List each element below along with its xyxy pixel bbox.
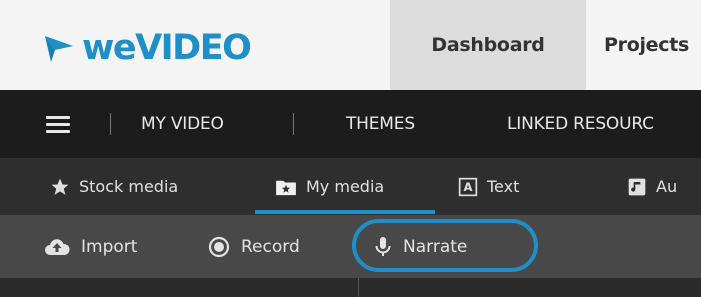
text-box-icon: A — [458, 177, 478, 196]
tab-stock-media-label: Stock media — [79, 177, 179, 196]
tab-text-label: Text — [487, 177, 520, 196]
tab-audio-label: Au — [656, 177, 678, 196]
record-label: Record — [241, 236, 300, 257]
menu-linked-resources[interactable]: LINKED RESOURC — [507, 90, 654, 158]
svg-text:A: A — [463, 180, 472, 194]
logo-play-icon — [45, 36, 73, 62]
main-menu-bar: MY VIDEO THEMES LINKED RESOURC — [0, 90, 701, 158]
record-button[interactable]: Record — [208, 215, 300, 278]
media-panel-area — [0, 278, 701, 297]
import-button[interactable]: Import — [44, 215, 137, 278]
tab-dashboard[interactable]: Dashboard — [390, 0, 586, 90]
music-icon — [628, 178, 646, 195]
tab-stock-media[interactable]: Stock media — [50, 158, 178, 215]
media-actions-bar: Import Record Narrate — [0, 215, 701, 278]
active-tab-indicator — [255, 210, 435, 214]
media-tabs-bar: Stock media My media A Text Au — [0, 158, 701, 215]
wevideo-logo[interactable]: weVIDEO — [43, 18, 252, 78]
menu-divider — [293, 113, 294, 135]
tab-my-media-label: My media — [306, 177, 385, 196]
tab-projects[interactable]: Projects — [586, 0, 701, 90]
top-header: weVIDEO Dashboard Projects — [0, 0, 701, 90]
menu-my-video[interactable]: MY VIDEO — [141, 90, 224, 158]
tab-my-media[interactable]: My media — [275, 158, 384, 215]
tab-audio[interactable]: Au — [627, 158, 677, 215]
star-icon — [51, 178, 69, 195]
menu-divider — [110, 113, 111, 135]
panel-divider — [358, 278, 359, 297]
hamburger-icon[interactable] — [46, 116, 70, 133]
menu-themes[interactable]: THEMES — [346, 90, 415, 158]
narrate-highlight-ring — [352, 219, 538, 272]
record-icon — [208, 236, 230, 257]
folder-star-icon — [276, 180, 296, 195]
import-label: Import — [81, 236, 138, 257]
cloud-upload-icon — [45, 238, 70, 255]
logo-text: weVIDEO — [82, 28, 252, 68]
tab-text[interactable]: A Text — [458, 158, 519, 215]
